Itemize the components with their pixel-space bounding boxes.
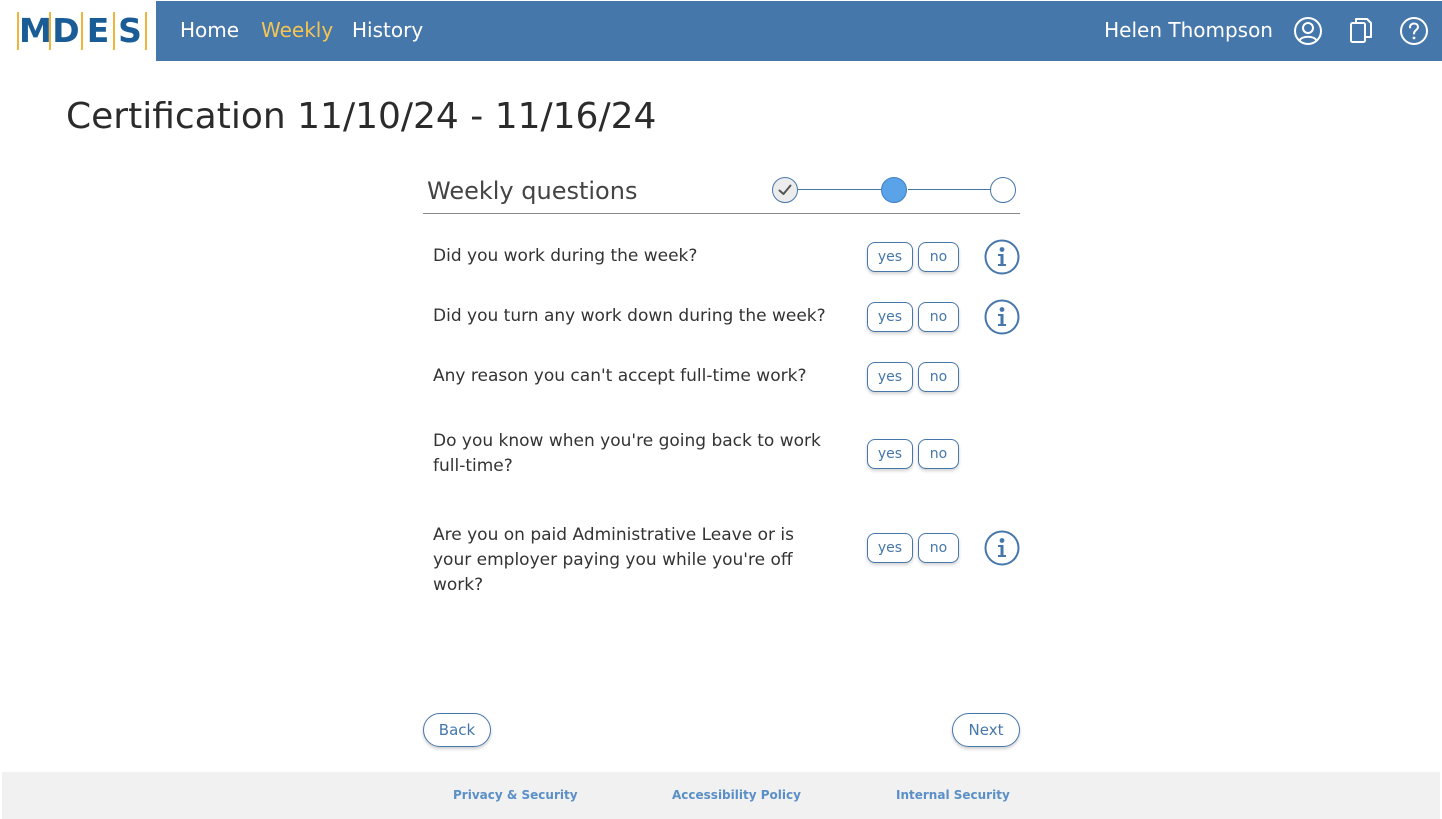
help-icon[interactable] xyxy=(1399,16,1429,46)
nav-home[interactable]: Home xyxy=(180,18,239,42)
info-icon[interactable] xyxy=(984,299,1020,335)
logo-bar xyxy=(145,12,147,50)
page-title: Certification 11/10/24 - 11/16/24 xyxy=(66,96,657,137)
step-pending xyxy=(990,177,1016,203)
nav-history[interactable]: History xyxy=(352,18,423,42)
internal-security-link[interactable]: Internal Security xyxy=(896,788,1010,802)
account-icon[interactable] xyxy=(1293,16,1323,46)
step-complete xyxy=(772,177,798,203)
logo-letter-s: S xyxy=(118,11,142,50)
accessibility-policy-link[interactable]: Accessibility Policy xyxy=(672,788,801,802)
nav-weekly[interactable]: Weekly xyxy=(261,18,333,42)
no-button[interactable]: no xyxy=(918,533,959,563)
no-button[interactable]: no xyxy=(918,302,959,332)
logo[interactable]: M D E S xyxy=(0,0,156,61)
no-button[interactable]: no xyxy=(918,439,959,469)
user-name[interactable]: Helen Thompson xyxy=(1104,18,1273,42)
question-text: Did you work during the week? xyxy=(433,246,698,266)
back-button[interactable]: Back xyxy=(423,713,491,747)
privacy-security-link[interactable]: Privacy & Security xyxy=(453,788,578,802)
progress-stepper xyxy=(772,177,1017,203)
info-icon[interactable] xyxy=(984,239,1020,275)
question-text: Do you know when you're going back to wo… xyxy=(433,431,821,476)
yes-button[interactable]: yes xyxy=(867,533,913,563)
footer: Privacy & Security Accessibility Policy … xyxy=(2,772,1440,819)
yes-button[interactable]: yes xyxy=(867,242,913,272)
checkmark-icon xyxy=(778,184,792,195)
info-icon[interactable] xyxy=(984,530,1020,566)
yes-button[interactable]: yes xyxy=(867,439,913,469)
no-button[interactable]: no xyxy=(918,242,959,272)
question-text: Any reason you can't accept full-time wo… xyxy=(433,366,807,386)
next-button[interactable]: Next xyxy=(952,713,1020,747)
step-current xyxy=(881,177,907,203)
question-text: Did you turn any work down during the we… xyxy=(433,306,826,326)
yes-button[interactable]: yes xyxy=(867,302,913,332)
question-text: Are you on paid Administrative Leave or … xyxy=(433,525,794,595)
section-title: Weekly questions xyxy=(427,177,638,205)
no-button[interactable]: no xyxy=(918,362,959,392)
mdes-logo: M D E S xyxy=(17,12,147,50)
step-connector xyxy=(908,189,991,190)
logo-letter-d: D xyxy=(52,11,80,50)
logo-letter-e: E xyxy=(86,11,110,50)
yes-button[interactable]: yes xyxy=(867,362,913,392)
top-nav-bar: Home Weekly History Helen Thompson xyxy=(156,1,1442,61)
logo-letter-m: M xyxy=(19,11,52,50)
section-divider xyxy=(423,213,1020,214)
documents-icon[interactable] xyxy=(1346,16,1376,46)
step-connector xyxy=(798,189,882,190)
